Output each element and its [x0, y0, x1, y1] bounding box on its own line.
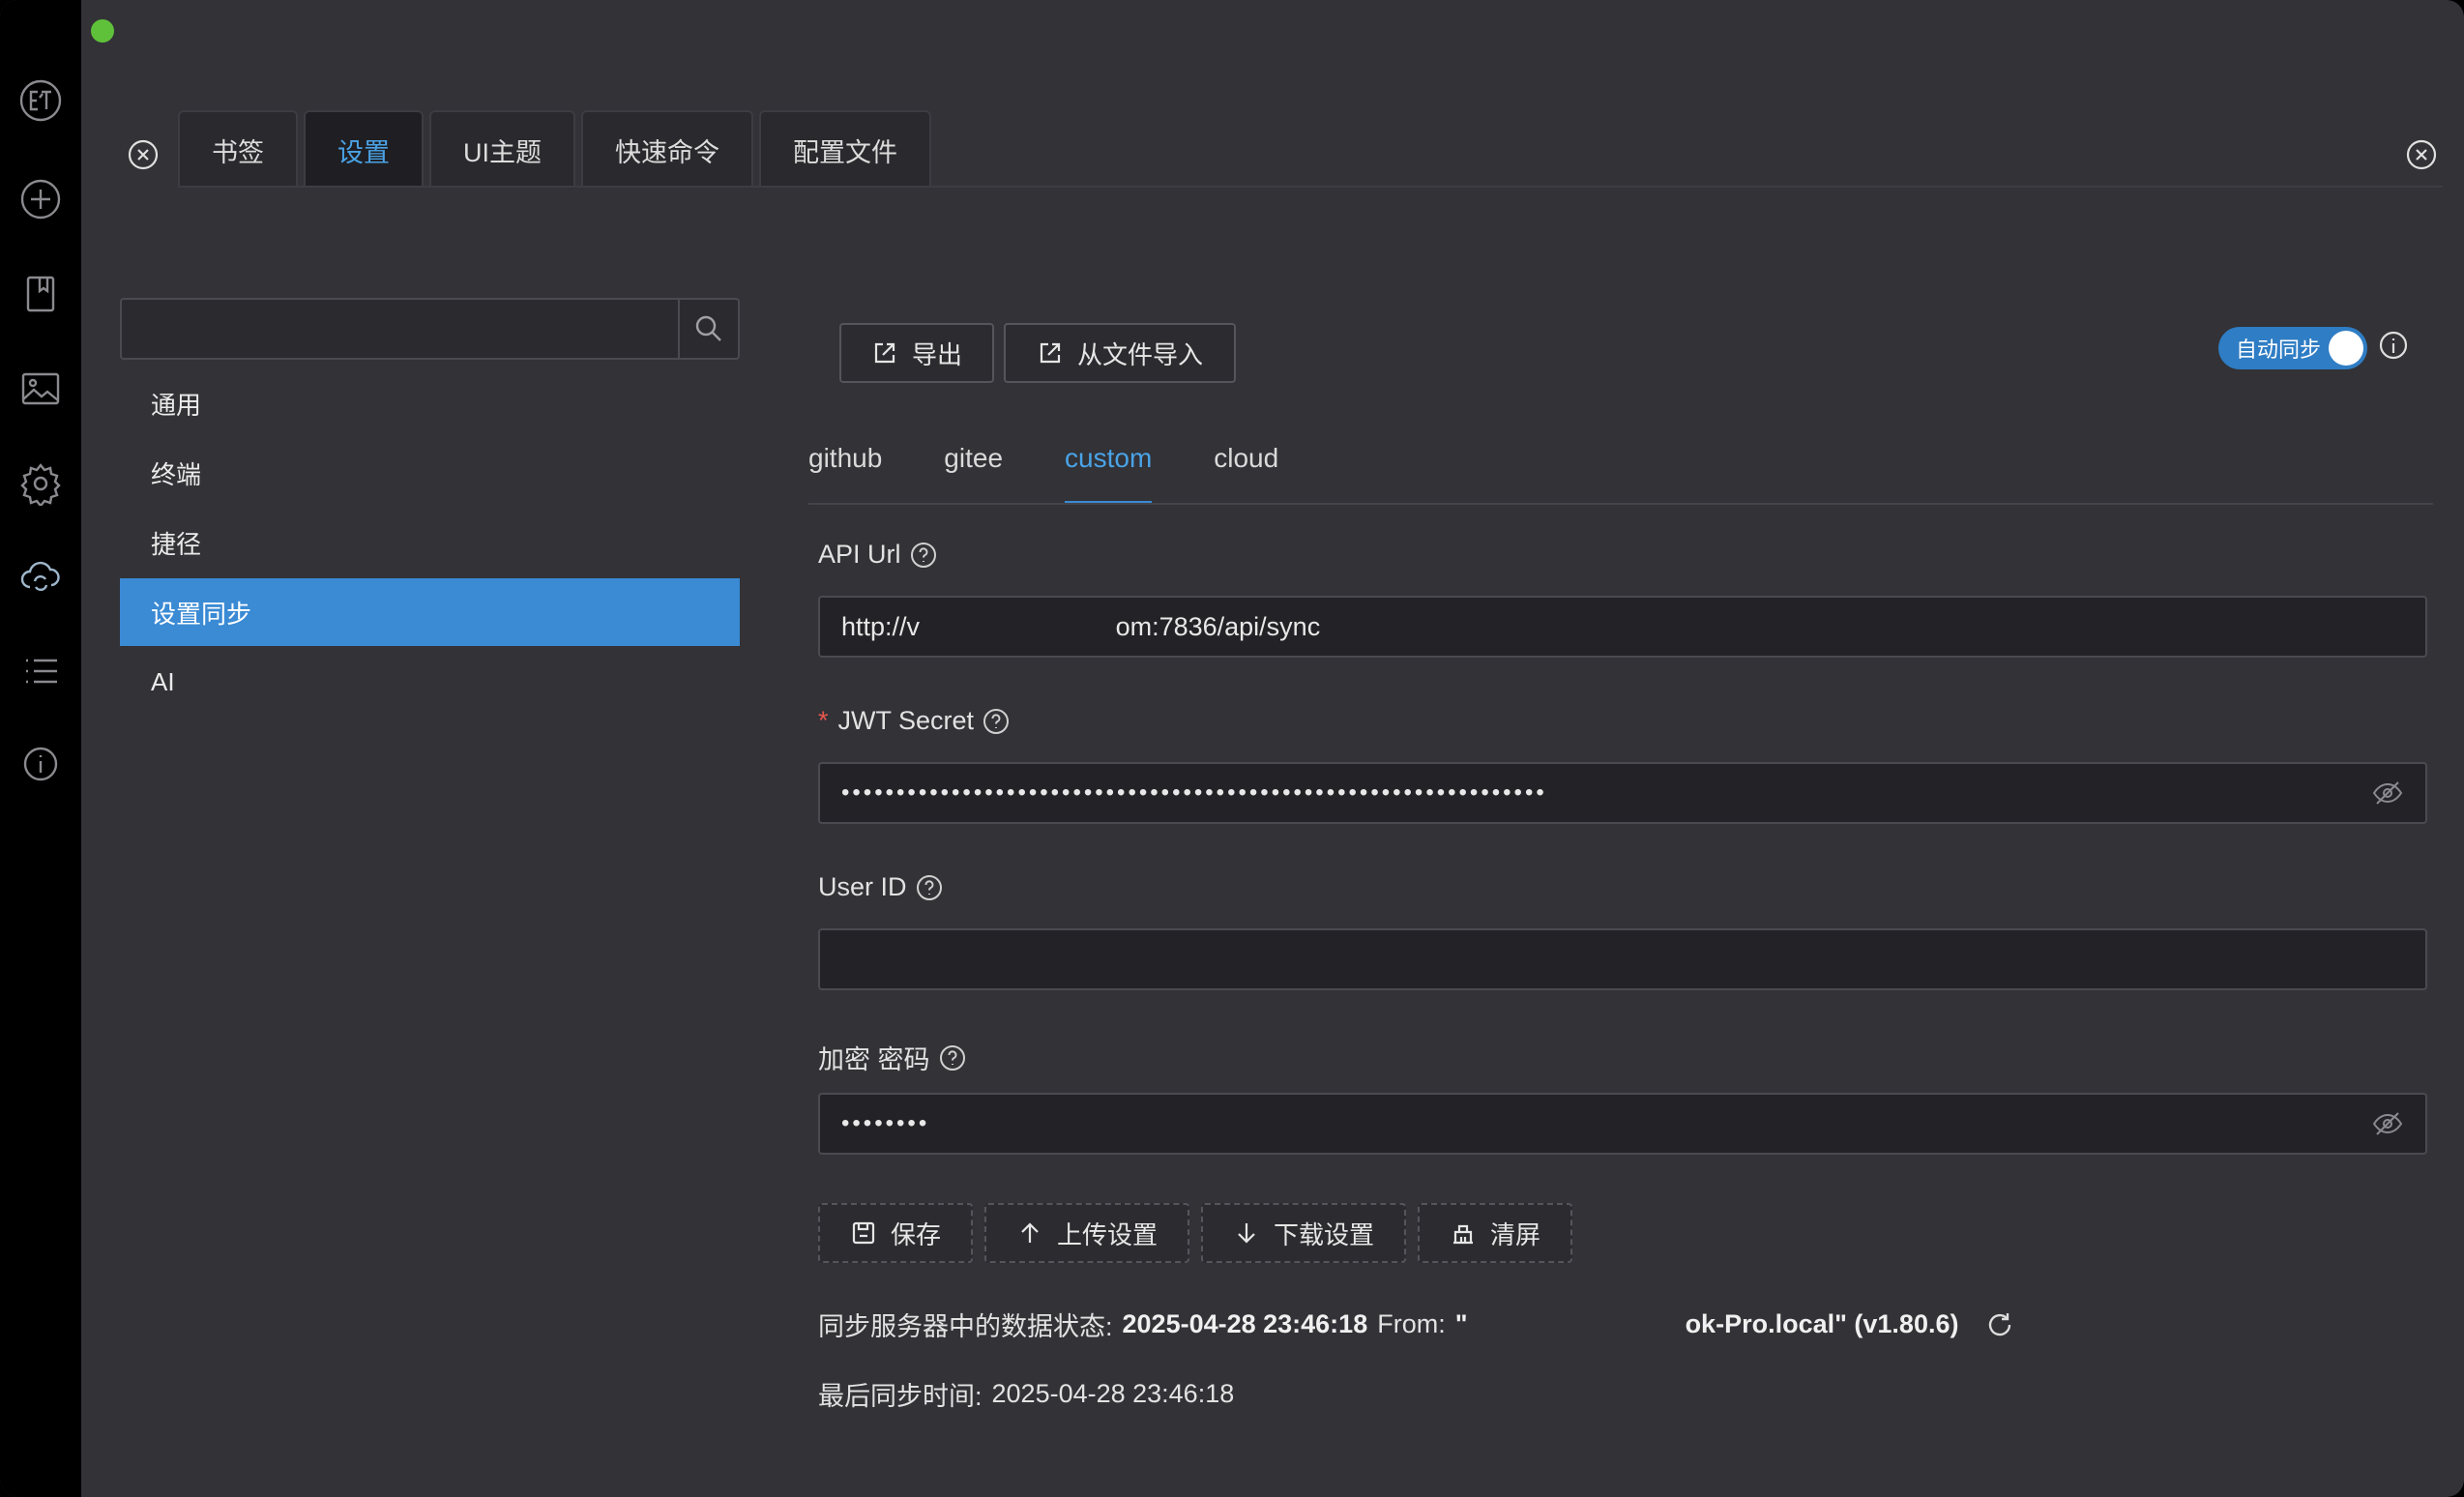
tab-bookmarks[interactable]: 书签 [178, 110, 298, 188]
settings-search [120, 298, 740, 360]
clear-label: 清屏 [1489, 1219, 1540, 1249]
user-id-field [818, 928, 2427, 990]
upload-label: 上传设置 [1056, 1219, 1158, 1249]
help-icon[interactable] [915, 873, 944, 902]
list-icon[interactable] [14, 644, 68, 698]
arrow-down-icon [1238, 1223, 1255, 1244]
sync-provider-tabs: github gitee custom cloud [808, 426, 1340, 505]
server-status-time: 2025-04-28 23:46:18 [1122, 1309, 1368, 1338]
jwt-secret-label: * JWT Secret [818, 706, 1011, 736]
export-label: 导出 [911, 339, 962, 369]
close-panel-icon[interactable] [2404, 137, 2439, 172]
save-label: 保存 [890, 1219, 941, 1249]
api-url-field [818, 596, 2427, 658]
external-link-icon [874, 342, 895, 364]
save-icon [852, 1221, 875, 1245]
help-icon[interactable] [938, 1043, 967, 1072]
api-url-label: API Url [818, 540, 938, 570]
bookmark-icon[interactable] [14, 267, 68, 321]
nav-item-general[interactable]: 通用 [120, 369, 740, 437]
nav-item-sync[interactable]: 设置同步 [120, 578, 740, 646]
help-icon[interactable] [909, 541, 938, 570]
refresh-icon[interactable] [1985, 1310, 2014, 1339]
tab-divider [178, 186, 2443, 188]
search-input[interactable] [122, 300, 678, 358]
download-settings-button[interactable]: 下载设置 [1201, 1203, 1406, 1263]
jwt-secret-field: ••••••••••••••••••••••••••••••••••••••••… [818, 762, 2427, 824]
nav-item-shortcuts[interactable]: 捷径 [120, 509, 740, 576]
jwt-secret-input[interactable]: ••••••••••••••••••••••••••••••••••••••••… [841, 779, 2371, 807]
encrypt-password-input[interactable]: •••••••• [841, 1110, 2371, 1137]
help-icon[interactable] [982, 707, 1011, 736]
tab-ui-theme[interactable]: UI主题 [429, 110, 575, 188]
external-link-icon [1040, 342, 1061, 364]
encrypt-password-field: •••••••• [818, 1093, 2427, 1155]
info-icon[interactable] [14, 737, 68, 791]
sub-tab-divider [808, 503, 2433, 505]
user-id-label: User ID [818, 872, 944, 902]
arrow-up-icon [1021, 1222, 1039, 1243]
info-icon[interactable] [2377, 329, 2410, 362]
settings-nav: 通用 终端 捷径 设置同步 AI [120, 369, 740, 718]
last-sync-time: 2025-04-28 23:46:18 [991, 1379, 1235, 1408]
encrypt-password-label: 加密 密码 [818, 1039, 967, 1076]
clear-icon [1452, 1224, 1473, 1245]
nav-item-ai[interactable]: AI [120, 648, 740, 716]
window-maximize-button[interactable] [91, 19, 114, 43]
tab-custom[interactable]: custom [1065, 426, 1153, 505]
top-tab-bar: 书签 设置 UI主题 快速命令 配置文件 [178, 110, 931, 188]
cloud-sync-icon[interactable] [14, 551, 68, 605]
download-label: 下载设置 [1273, 1219, 1374, 1249]
add-icon[interactable] [14, 172, 68, 226]
api-url-label-text: API Url [818, 540, 901, 569]
eye-off-icon[interactable] [2371, 777, 2404, 809]
search-icon[interactable] [678, 300, 738, 358]
last-sync-status: 最后同步时间: 2025-04-28 23:46:18 [818, 1375, 1234, 1413]
tab-cloud[interactable]: cloud [1214, 426, 1278, 505]
auto-sync-label: 自动同步 [2236, 338, 2322, 362]
from-label: From: [1377, 1309, 1446, 1338]
user-id-input[interactable] [841, 944, 2404, 975]
tab-settings[interactable]: 设置 [304, 110, 424, 188]
close-tabs-icon[interactable] [126, 137, 161, 172]
user-id-label-text: User ID [818, 872, 907, 901]
tab-quick-commands[interactable]: 快速命令 [581, 110, 753, 188]
tab-profiles[interactable]: 配置文件 [759, 110, 931, 188]
upload-settings-button[interactable]: 上传设置 [984, 1203, 1189, 1263]
from-value: " ok-Pro.local" (v1.80.6) [1454, 1309, 1959, 1338]
export-button[interactable]: 导出 [839, 323, 994, 383]
import-button[interactable]: 从文件导入 [1004, 323, 1236, 383]
left-sidebar [0, 0, 81, 1497]
encrypt-password-label-text: 加密 密码 [818, 1045, 930, 1074]
image-icon[interactable] [14, 362, 68, 416]
toggle-knob [2329, 331, 2363, 366]
tab-gitee[interactable]: gitee [944, 426, 1003, 505]
import-label: 从文件导入 [1076, 339, 1203, 369]
save-button[interactable]: 保存 [818, 1203, 973, 1263]
jwt-secret-label-text: JWT Secret [837, 706, 975, 735]
eye-off-icon[interactable] [2371, 1107, 2404, 1140]
auto-sync-toggle[interactable]: 自动同步 [2218, 327, 2367, 369]
settings-icon[interactable] [14, 456, 68, 511]
api-url-input[interactable] [841, 611, 2404, 642]
nav-item-terminal[interactable]: 终端 [120, 439, 740, 507]
clear-button[interactable]: 清屏 [1418, 1203, 1572, 1263]
last-sync-label: 最后同步时间: [818, 1382, 983, 1411]
logo-icon[interactable] [14, 73, 68, 128]
server-status-prefix: 同步服务器中的数据状态: [818, 1312, 1113, 1341]
app-window: 书签 设置 UI主题 快速命令 配置文件 通用 终端 捷径 设置同步 AI 导出… [0, 0, 2464, 1497]
tab-github[interactable]: github [808, 426, 882, 505]
server-status: 同步服务器中的数据状态: 2025-04-28 23:46:18 From: "… [818, 1306, 2014, 1343]
required-marker: * [818, 706, 829, 735]
